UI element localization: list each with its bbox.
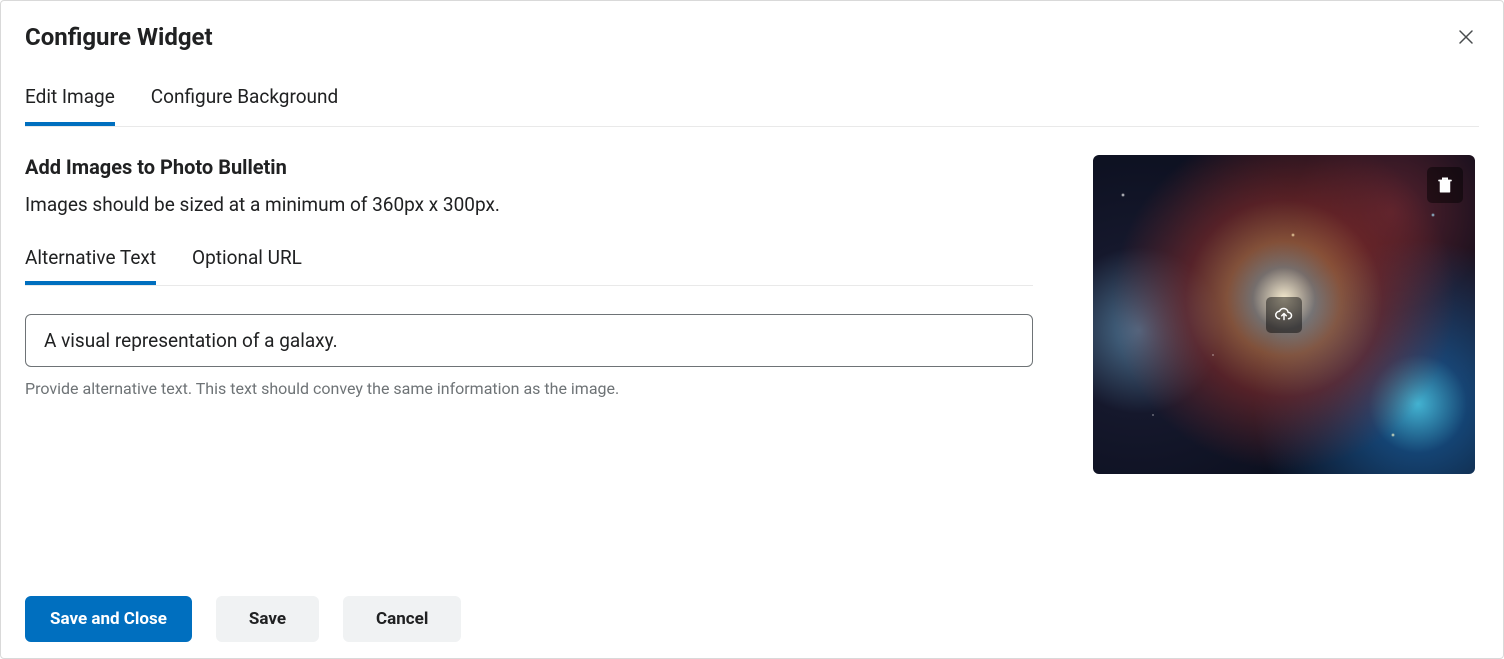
tab-configure-background[interactable]: Configure Background (151, 85, 338, 126)
cancel-button[interactable]: Cancel (343, 596, 461, 642)
dialog-title: Configure Widget (25, 23, 213, 51)
section-description: Images should be sized at a minimum of 3… (25, 193, 1033, 216)
image-preview (1093, 155, 1475, 474)
right-column (1093, 155, 1475, 474)
tab-edit-image[interactable]: Edit Image (25, 85, 115, 126)
alternative-text-helper: Provide alternative text. This text shou… (25, 379, 1033, 398)
save-button[interactable]: Save (216, 596, 319, 642)
alternative-text-input[interactable] (25, 314, 1033, 367)
configure-widget-dialog: Configure Widget Edit Image Configure Ba… (0, 0, 1504, 659)
close-button[interactable] (1453, 24, 1479, 50)
dialog-header: Configure Widget (25, 23, 1479, 51)
sub-tab-optional-url[interactable]: Optional URL (192, 246, 302, 285)
save-and-close-button[interactable]: Save and Close (25, 596, 192, 642)
section-heading: Add Images to Photo Bulletin (25, 155, 1033, 179)
upload-cloud-icon (1275, 306, 1293, 324)
close-icon (1457, 28, 1475, 46)
primary-tab-bar: Edit Image Configure Background (25, 85, 1479, 127)
delete-image-button[interactable] (1427, 167, 1463, 203)
content-row: Add Images to Photo Bulletin Images shou… (25, 155, 1479, 474)
trash-icon (1436, 176, 1454, 194)
upload-image-button[interactable] (1266, 297, 1302, 333)
dialog-footer: Save and Close Save Cancel (25, 596, 461, 642)
sub-tab-alternative-text[interactable]: Alternative Text (25, 246, 156, 285)
secondary-tab-bar: Alternative Text Optional URL (25, 246, 1033, 286)
left-column: Add Images to Photo Bulletin Images shou… (25, 155, 1033, 474)
